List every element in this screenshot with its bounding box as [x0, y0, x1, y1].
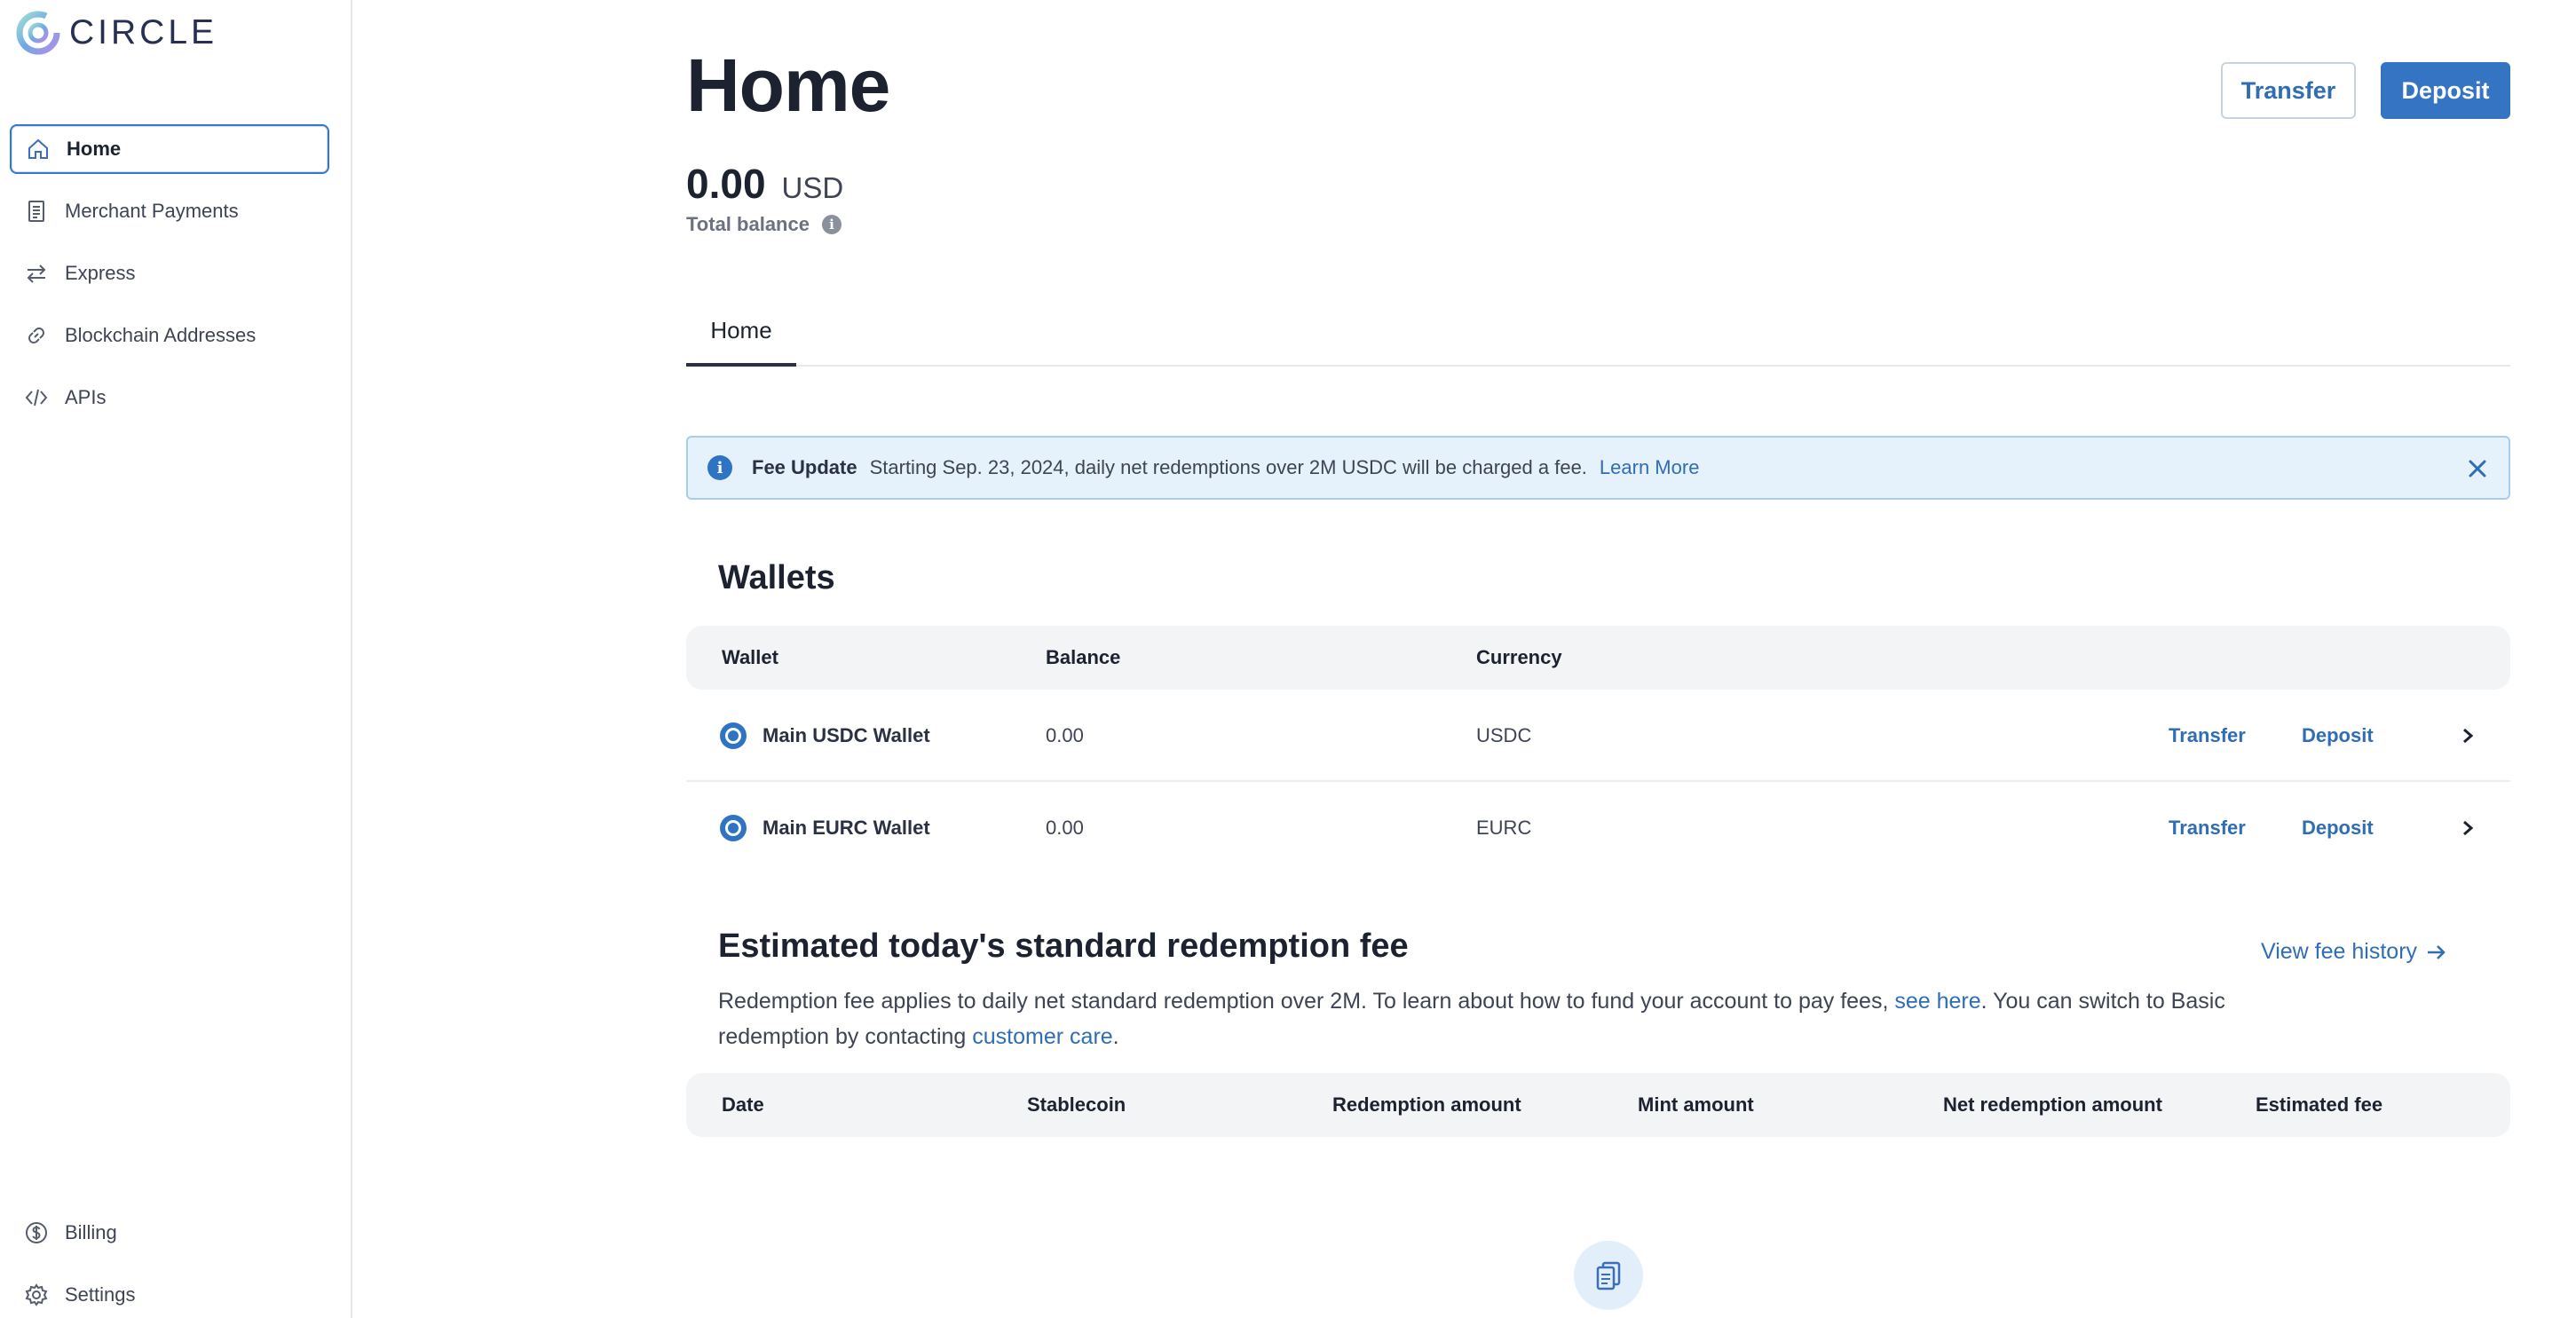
sidebar-item-settings[interactable]: Settings: [10, 1270, 329, 1318]
column-header: Redemption amount: [1332, 1093, 1521, 1116]
sidebar-item-merchant-payments[interactable]: Merchant Payments: [10, 186, 329, 236]
sidebar-item-apis[interactable]: APIs: [10, 373, 329, 422]
column-header: Wallet: [722, 646, 778, 668]
brand-name: CIRCLE: [69, 13, 218, 51]
close-icon[interactable]: [2464, 455, 2491, 482]
chevron-right-icon[interactable]: [2460, 690, 2476, 782]
fee-history-label: View fee history: [2261, 939, 2418, 964]
sidebar-nav: Home Merchant Payments Express Blockchai…: [10, 124, 329, 435]
sidebar-item-label: Express: [65, 262, 136, 284]
home-icon: [24, 135, 52, 163]
wallets-table-header: Wallet Balance Currency: [686, 626, 2510, 690]
balance-currency: USD: [781, 171, 844, 204]
row-transfer-link[interactable]: Transfer: [2169, 782, 2246, 874]
fee-section-title: Estimated today's standard redemption fe…: [718, 927, 1409, 965]
wallet-row-usdc[interactable]: Main USDC Wallet 0.00 USDC Transfer Depo…: [686, 690, 2510, 782]
wallet-balance: 0.00: [1046, 724, 1084, 746]
link-icon: [22, 321, 51, 350]
arrow-right-icon: [2428, 944, 2446, 959]
column-header: Net redemption amount: [1943, 1093, 2162, 1116]
wallet-cell: Main USDC Wallet: [720, 690, 930, 782]
sidebar-item-label: Blockchain Addresses: [65, 324, 257, 346]
column-header: Estimated fee: [2256, 1093, 2383, 1116]
eurc-coin-icon: [720, 815, 747, 841]
dollar-circle-icon: [22, 1219, 51, 1247]
circle-logo[interactable]: CIRCLE: [14, 9, 217, 57]
sidebar: CIRCLE Home Merchant Payments Express Bl…: [0, 0, 352, 1318]
wallet-balance: 0.00: [1046, 817, 1084, 839]
wallets-title: Wallets: [718, 559, 835, 596]
wallet-name: Main USDC Wallet: [763, 724, 930, 746]
page-title: Home: [686, 43, 890, 127]
see-here-link[interactable]: see here: [1894, 989, 1980, 1014]
fee-update-banner: i Fee Update Starting Sep. 23, 2024, dai…: [686, 436, 2510, 500]
code-icon: [22, 383, 51, 412]
fee-desc-text: Redemption fee applies to daily net stan…: [718, 989, 1895, 1014]
sidebar-item-label: Merchant Payments: [65, 200, 239, 222]
sidebar-item-label: Home: [67, 138, 122, 160]
transfer-button[interactable]: Transfer: [2221, 62, 2356, 119]
fee-table-header: Date Stablecoin Redemption amount Mint a…: [686, 1073, 2510, 1137]
wallet-currency: EURC: [1476, 817, 1532, 839]
empty-state-document-icon: [1574, 1241, 1643, 1310]
row-deposit-link[interactable]: Deposit: [2302, 782, 2374, 874]
main-content: Home Transfer Deposit 0.00 USD Total bal…: [686, 0, 2510, 1318]
sidebar-item-express[interactable]: Express: [10, 249, 329, 298]
balance-label: Total balance: [686, 213, 810, 235]
balance-label-row: Total balance i: [686, 213, 842, 236]
sidebar-item-billing[interactable]: Billing: [10, 1208, 329, 1258]
wallet-cell: Main EURC Wallet: [720, 782, 930, 874]
deposit-button[interactable]: Deposit: [2381, 62, 2510, 119]
sidebar-item-label: Settings: [65, 1283, 136, 1306]
fee-description: Redemption fee applies to daily net stan…: [718, 983, 2280, 1054]
column-header: Stablecoin: [1027, 1093, 1126, 1116]
column-header: Balance: [1046, 646, 1121, 668]
sidebar-item-blockchain-addresses[interactable]: Blockchain Addresses: [10, 311, 329, 360]
fee-desc-text: .: [1112, 1024, 1119, 1049]
wallet-name: Main EURC Wallet: [763, 817, 930, 839]
view-fee-history-link[interactable]: View fee history: [2261, 939, 2449, 965]
info-icon: i: [707, 455, 732, 480]
usdc-coin-icon: [720, 722, 747, 749]
total-balance: 0.00 USD: [686, 160, 843, 208]
info-icon[interactable]: i: [821, 215, 842, 234]
header-actions: Transfer Deposit: [2221, 62, 2510, 119]
sidebar-bottom-nav: Billing Settings: [10, 1208, 329, 1318]
sidebar-item-label: Billing: [65, 1221, 117, 1243]
row-transfer-link[interactable]: Transfer: [2169, 690, 2246, 782]
column-header: Currency: [1476, 646, 1562, 668]
wallet-row-eurc[interactable]: Main EURC Wallet 0.00 EURC Transfer Depo…: [686, 782, 2510, 874]
chevron-right-icon[interactable]: [2460, 782, 2476, 874]
customer-care-link[interactable]: customer care: [972, 1024, 1112, 1049]
tab-home[interactable]: Home: [686, 297, 796, 367]
balance-amount: 0.00: [686, 161, 766, 207]
arrows-swap-icon: [22, 259, 51, 288]
banner-title: Fee Update: [752, 456, 857, 478]
banner-text: Starting Sep. 23, 2024, daily net redemp…: [869, 456, 1587, 478]
column-header: Date: [722, 1093, 764, 1116]
sidebar-item-home[interactable]: Home: [10, 124, 329, 174]
row-deposit-link[interactable]: Deposit: [2302, 690, 2374, 782]
sidebar-item-label: APIs: [65, 386, 107, 408]
learn-more-link[interactable]: Learn More: [1600, 456, 1700, 479]
receipt-icon: [22, 197, 51, 225]
circle-logo-icon: [16, 11, 60, 55]
tab-bar: Home: [686, 297, 2510, 367]
wallet-currency: USDC: [1476, 724, 1532, 746]
column-header: Mint amount: [1638, 1093, 1754, 1116]
gear-icon: [22, 1281, 51, 1309]
